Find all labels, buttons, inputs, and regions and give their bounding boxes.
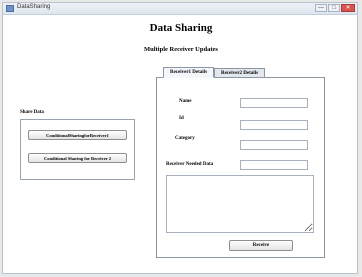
share-data-label: Share Data — [20, 110, 44, 115]
receiver1-details-panel: Name Id Category Receiver Needed Data Re… — [156, 77, 325, 258]
receiver-needed-data-label: Receiver Needed Data — [166, 162, 214, 167]
conditional-sharing-receiver1-button[interactable]: ConditionalSharingforReceiver1 — [28, 130, 127, 140]
category-field[interactable] — [240, 140, 308, 150]
details-textarea[interactable] — [166, 175, 314, 233]
window-title: DataSharing — [17, 4, 51, 10]
receive-button[interactable]: Receive — [229, 240, 293, 251]
name-field[interactable] — [240, 98, 308, 108]
tab-receiver1-details[interactable]: Receiver1 Details — [163, 67, 214, 78]
name-label: Name — [179, 99, 192, 104]
page-subtitle: Multiple Receiver Updates — [144, 46, 218, 53]
app-icon — [6, 5, 14, 12]
page-title: Data Sharing — [149, 22, 213, 34]
app-window: DataSharing — □ ✕ Data Sharing Multiple … — [2, 2, 358, 274]
id-field[interactable] — [240, 120, 308, 130]
close-icon[interactable]: ✕ — [341, 4, 355, 12]
share-data-panel: ConditionalSharingforReceiver1 Condition… — [20, 119, 135, 180]
minimize-icon[interactable]: — — [315, 4, 327, 12]
window-controls: — □ ✕ — [315, 4, 355, 12]
maximize-icon[interactable]: □ — [328, 4, 340, 12]
id-label: Id — [179, 116, 184, 121]
receiver-needed-data-field[interactable] — [240, 160, 308, 170]
conditional-sharing-receiver2-button[interactable]: Conditional Sharing for Receiver 2 — [28, 153, 127, 163]
category-label: Category — [175, 136, 195, 141]
title-bar: DataSharing — □ ✕ — [3, 3, 357, 15]
